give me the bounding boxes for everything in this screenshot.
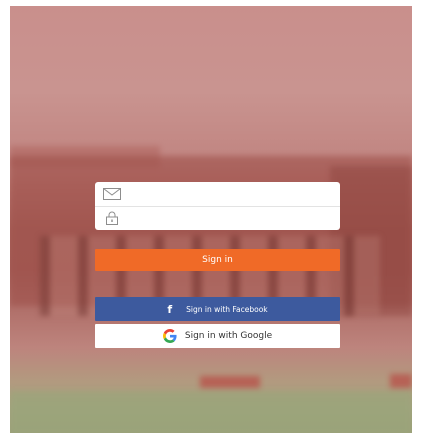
google-sign-in-button[interactable]: Sign in with Google — [95, 324, 340, 348]
google-sign-in-label: Sign in with Google — [184, 331, 273, 341]
envelope-icon — [95, 182, 129, 206]
sign-in-label: Sign in — [202, 255, 233, 265]
password-row — [95, 206, 340, 230]
lock-icon — [95, 206, 129, 230]
email-input[interactable] — [129, 184, 340, 204]
sign-in-button[interactable]: Sign in — [95, 249, 340, 271]
facebook-f-icon: f — [167, 302, 173, 316]
login-screen: Sign in f Sign in with Facebook Sign in … — [10, 6, 412, 433]
facebook-sign-in-button[interactable]: f Sign in with Facebook — [95, 297, 340, 321]
background-bench — [390, 374, 412, 388]
facebook-sign-in-label: Sign in with Facebook — [186, 304, 268, 314]
email-row — [95, 182, 340, 207]
login-form — [95, 182, 340, 230]
background-lawn — [10, 391, 412, 433]
password-input[interactable] — [129, 208, 340, 228]
google-g-icon — [162, 329, 177, 343]
background-bench — [200, 376, 260, 388]
